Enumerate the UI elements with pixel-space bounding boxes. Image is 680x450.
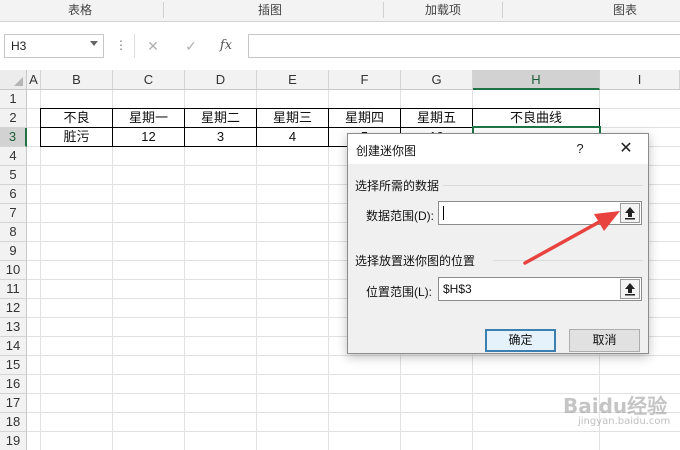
baidu-watermark: Baidu经验 jingyan.baidu.com — [560, 378, 680, 450]
watermark-url: jingyan.baidu.com — [578, 416, 671, 427]
watermark-brand: Baidu经验 — [563, 394, 668, 418]
annotation-arrow-shaft — [523, 219, 603, 265]
